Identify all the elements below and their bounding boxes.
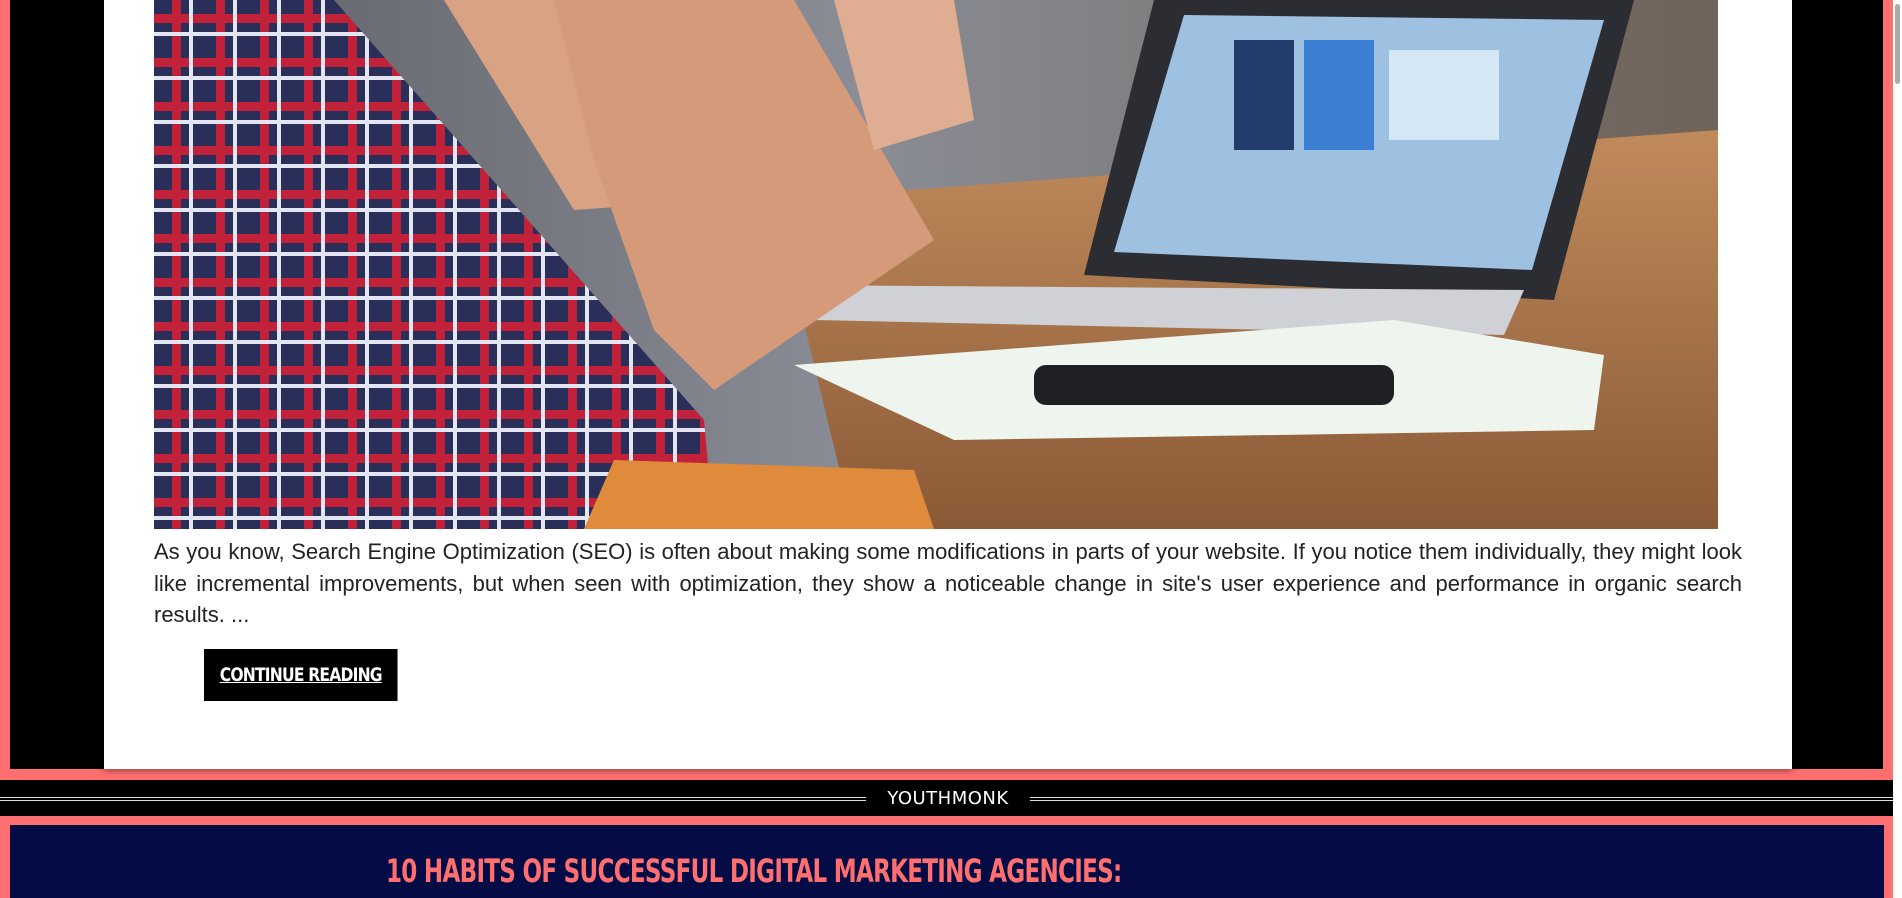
separator-line-right [1030, 797, 1902, 801]
section-separator: YOUTHMONK [0, 780, 1902, 816]
continue-reading-button[interactable]: Continue Reading [204, 649, 398, 701]
scrollbar-thumb[interactable] [1895, 4, 1900, 84]
post-featured-image[interactable] [154, 0, 1718, 529]
next-post-title[interactable]: 10 Habits of Successful Digital Marketin… [386, 852, 1122, 890]
separator-label: YOUTHMONK [887, 787, 1009, 809]
separator-line-left [0, 797, 866, 801]
page-scrollbar[interactable] [1893, 0, 1902, 898]
post-excerpt: As you know, Search Engine Optimization … [154, 539, 1742, 627]
